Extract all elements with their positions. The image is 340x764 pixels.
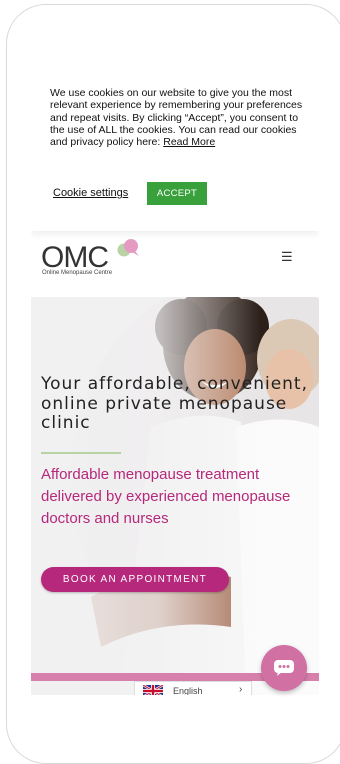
language-label: English: [173, 686, 203, 695]
uk-flag-icon: [143, 685, 163, 695]
accept-button[interactable]: ACCEPT: [147, 182, 207, 205]
chat-bubble-icon: [274, 660, 294, 676]
book-appointment-button[interactable]: BOOK AN APPOINTMENT: [41, 567, 229, 592]
hero-divider: [41, 452, 121, 454]
hero-title: Your affordable, convenient, online priv…: [41, 374, 309, 433]
hamburger-icon[interactable]: ☰: [281, 249, 293, 265]
cookie-message: We use cookies on our website to give yo…: [50, 87, 303, 149]
site-header: OMC Online Menopause Centre ☰: [31, 233, 319, 297]
speech-bubbles-icon: [117, 239, 139, 257]
mobile-screen: We use cookies on our website to give yo…: [31, 75, 319, 695]
chevron-right-icon: ›: [239, 684, 243, 695]
chat-button[interactable]: [261, 645, 307, 691]
cookie-banner: We use cookies on our website to give yo…: [31, 75, 319, 231]
language-switcher[interactable]: English ›: [134, 681, 252, 695]
read-more-link[interactable]: Read More: [163, 136, 215, 148]
hero-section: Your affordable, convenient, online priv…: [31, 297, 319, 695]
hero-subtitle: Affordable menopause treatment delivered…: [41, 466, 291, 527]
cookie-settings-link[interactable]: Cookie settings: [53, 187, 128, 199]
logo-subtitle: Online Menopause Centre: [42, 270, 113, 276]
